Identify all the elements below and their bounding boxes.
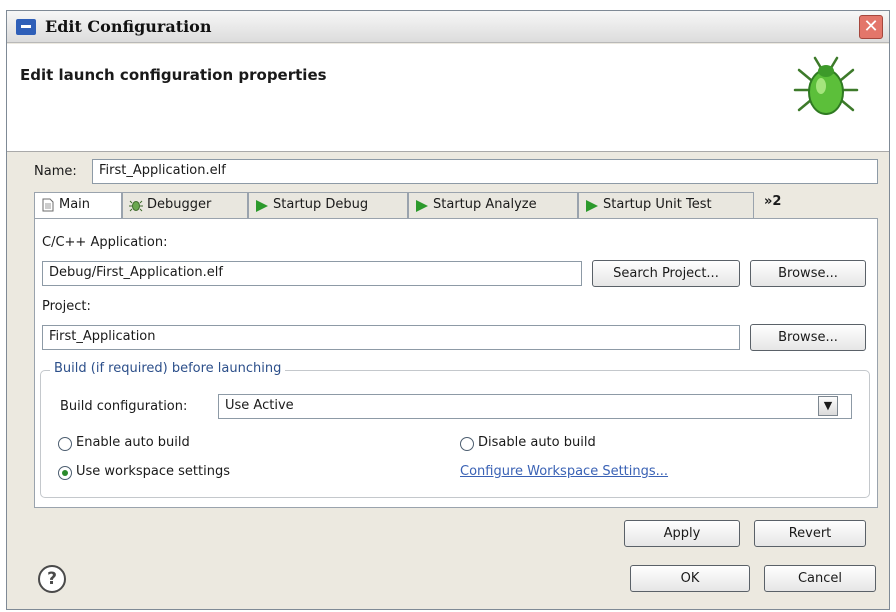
chevron-down-icon[interactable]: ▼ [818, 396, 838, 416]
name-label: Name: [34, 164, 77, 179]
disable-auto-build-radio[interactable] [460, 437, 474, 451]
play-icon [416, 200, 428, 212]
tab-main[interactable]: Main [34, 192, 122, 219]
enable-auto-build-radio[interactable] [58, 437, 72, 451]
build-group-label: Build (if required) before launching [50, 361, 286, 376]
app-label: C/C++ Application: [42, 235, 168, 250]
bug-icon [129, 200, 143, 212]
debug-bug-icon [793, 56, 859, 115]
tab-label: Startup Analyze [433, 197, 537, 212]
app-window-icon [16, 19, 36, 35]
tab-label: Startup Unit Test [603, 197, 712, 212]
close-button[interactable]: ✕ [859, 15, 883, 39]
browse-project-button[interactable]: Browse... [750, 324, 866, 351]
project-label: Project: [42, 299, 91, 314]
apply-button[interactable]: Apply [624, 520, 740, 547]
project-field[interactable]: First_Application [42, 325, 740, 350]
help-icon[interactable]: ? [38, 565, 66, 593]
tab-startup-analyze[interactable]: Startup Analyze [408, 192, 578, 218]
cancel-button[interactable]: Cancel [764, 565, 876, 592]
revert-button[interactable]: Revert [754, 520, 866, 547]
play-icon [586, 200, 598, 212]
header-banner: Edit launch configuration properties [7, 44, 889, 152]
tab-label: Debugger [147, 197, 212, 212]
document-icon [42, 198, 54, 212]
tab-startup-unit-test[interactable]: Startup Unit Test [578, 192, 754, 218]
window-title: Edit Configuration [45, 17, 212, 36]
disable-auto-build-label: Disable auto build [478, 435, 596, 450]
tab-startup-debug[interactable]: Startup Debug [248, 192, 408, 218]
build-config-select[interactable]: Use Active [218, 394, 852, 419]
tab-label: Startup Debug [273, 197, 369, 212]
build-config-label: Build configuration: [60, 399, 188, 414]
name-field[interactable]: First_Application.elf [92, 159, 878, 184]
browse-app-button[interactable]: Browse... [750, 260, 866, 287]
search-project-button[interactable]: Search Project... [592, 260, 740, 287]
ok-button[interactable]: OK [630, 565, 750, 592]
tab-debugger[interactable]: Debugger [122, 192, 248, 218]
app-path-field[interactable]: Debug/First_Application.elf [42, 261, 582, 286]
configure-workspace-link[interactable]: Configure Workspace Settings... [460, 464, 668, 479]
play-icon [256, 200, 268, 212]
use-workspace-radio[interactable] [58, 466, 72, 480]
use-workspace-label: Use workspace settings [76, 464, 230, 479]
tab-overflow-button[interactable]: »2 [764, 194, 781, 209]
tab-bar: Main Debugger Startup Debug Startup Anal… [34, 192, 878, 219]
title-bar[interactable]: Edit Configuration ✕ [7, 11, 889, 43]
tab-label: Main [59, 197, 91, 212]
enable-auto-build-label: Enable auto build [76, 435, 190, 450]
banner-title: Edit launch configuration properties [20, 66, 327, 84]
